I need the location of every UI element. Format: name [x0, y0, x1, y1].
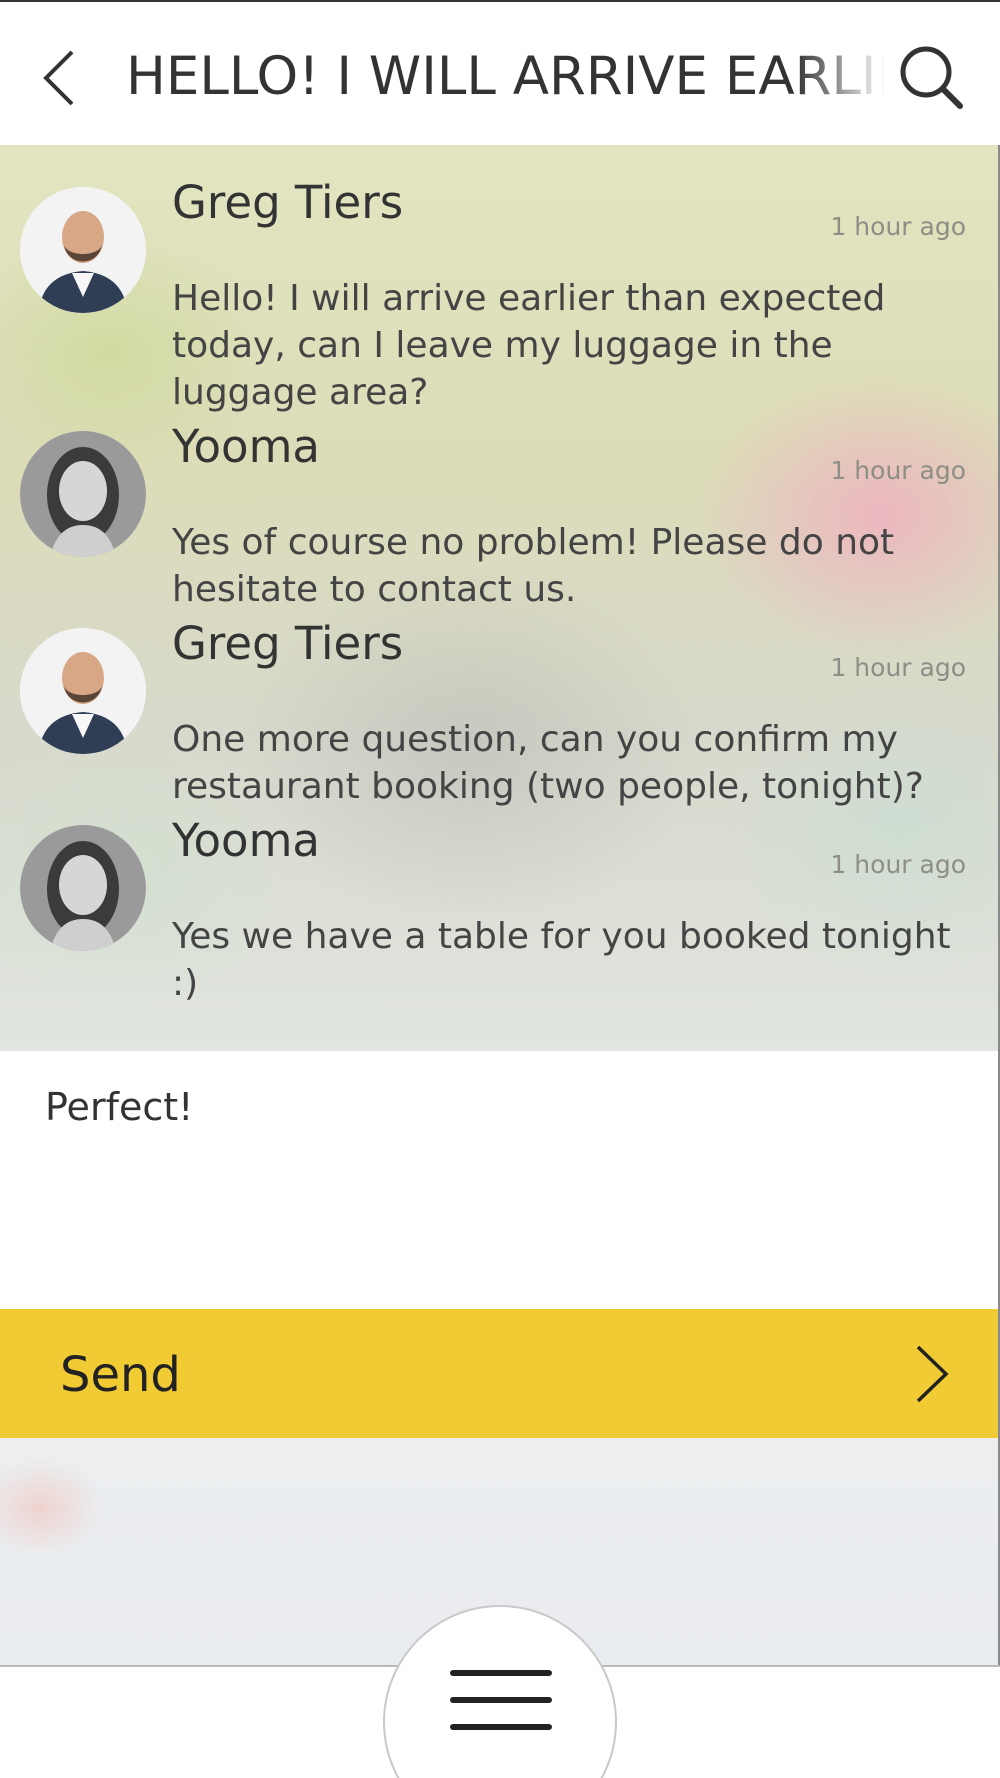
- message-author: Greg Tiers: [172, 176, 404, 229]
- chat-screen: HELLO! I WILL ARRIVE EARLIER THAN EXPECT…: [0, 0, 1000, 1778]
- compose-area: [0, 1051, 1000, 1309]
- back-button[interactable]: [32, 38, 92, 118]
- search-icon: [900, 46, 963, 109]
- message-timestamp: 1 hour ago: [830, 850, 966, 879]
- search-button[interactable]: [896, 42, 966, 112]
- message-author: Yooma: [172, 814, 320, 867]
- chevron-left-icon: [43, 50, 74, 106]
- send-label: Send: [60, 1347, 181, 1403]
- conversation-title: HELLO! I WILL ARRIVE EARLIER THAN EXPECT…: [126, 46, 886, 107]
- message-input[interactable]: [45, 1077, 955, 1137]
- message-text: One more question, can you confirm my re…: [172, 719, 924, 807]
- message-list[interactable]: Greg Tiers 1 hour ago Hello! I will arri…: [0, 145, 1000, 1051]
- woman-avatar: [20, 431, 146, 557]
- send-button[interactable]: Send: [0, 1309, 1000, 1438]
- message-timestamp: 1 hour ago: [830, 212, 966, 241]
- woman-avatar: [20, 825, 146, 951]
- message-timestamp: 1 hour ago: [830, 653, 966, 682]
- hamburger-menu-icon: [450, 1670, 552, 1730]
- man-avatar: [20, 187, 146, 313]
- message-timestamp: 1 hour ago: [830, 456, 966, 485]
- message-author: Yooma: [172, 420, 320, 473]
- message-author: Greg Tiers: [172, 617, 404, 670]
- chevron-right-icon: [916, 1345, 949, 1403]
- man-avatar: [20, 628, 146, 754]
- message-text: Hello! I will arrive earlier than expect…: [172, 278, 886, 413]
- message-text: Yes of course no problem! Please do not …: [172, 522, 895, 610]
- header: HELLO! I WILL ARRIVE EARLIER THAN EXPECT…: [0, 0, 1000, 145]
- message-text: Yes we have a table for you booked tonig…: [172, 916, 951, 1004]
